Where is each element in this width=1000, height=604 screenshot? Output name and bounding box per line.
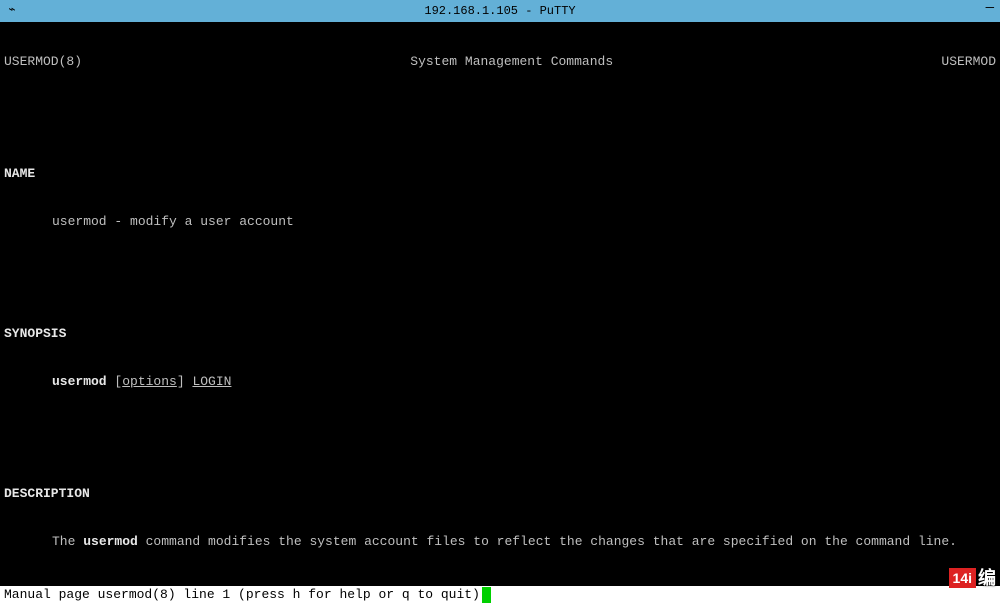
synopsis-line: usermod [options] LOGIN [0, 374, 1000, 390]
status-text: Manual page usermod(8) line 1 (press h f… [4, 586, 480, 604]
terminal[interactable]: USERMOD(8) System Management Commands US… [0, 22, 1000, 586]
header-right: USERMOD [941, 54, 996, 70]
section-description: DESCRIPTION [0, 486, 1000, 502]
name-text: usermod - modify a user account [0, 214, 1000, 230]
window-title: 192.168.1.105 - PuTTY [424, 3, 575, 19]
minimize-button[interactable]: — [986, 0, 994, 16]
section-synopsis: SYNOPSIS [0, 326, 1000, 342]
watermark: 14i编 [949, 568, 996, 588]
pager-status[interactable]: Manual page usermod(8) line 1 (press h f… [0, 586, 1000, 604]
titlebar[interactable]: ⌁ 192.168.1.105 - PuTTY — [0, 0, 1000, 22]
description-text: The usermod command modifies the system … [0, 534, 1000, 550]
section-name: NAME [0, 166, 1000, 182]
header-left: USERMOD(8) [4, 54, 82, 70]
putty-icon: ⌁ [4, 2, 20, 18]
block-cursor-icon [482, 587, 491, 603]
header-center: System Management Commands [410, 54, 613, 70]
